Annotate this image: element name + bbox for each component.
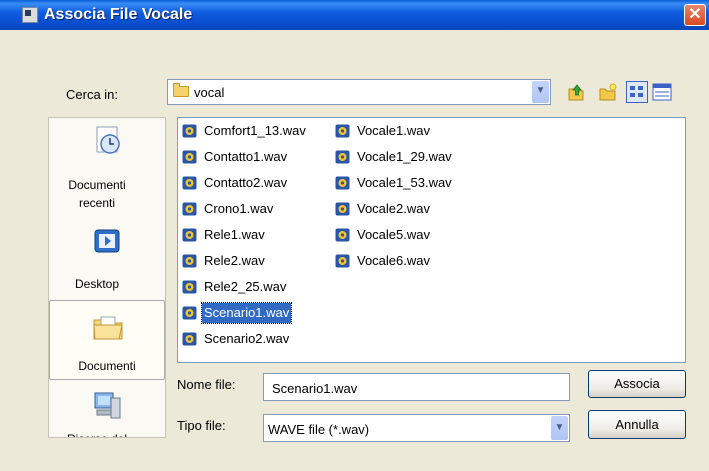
up-one-level-icon[interactable]	[566, 82, 586, 102]
wav-file-icon	[182, 306, 197, 320]
place-label-my-computer: Risorse del	[57, 430, 137, 437]
chevron-down-icon[interactable]: ▼	[551, 416, 568, 440]
place-label-desktop: Desktop	[74, 277, 120, 291]
wav-file-icon	[335, 150, 350, 164]
place-recent-documents[interactable]: Documenti recenti	[57, 118, 157, 210]
look-in-value: vocal	[194, 85, 225, 100]
wav-file-icon	[182, 280, 197, 294]
title-bar[interactable]: Associa File Vocale ✕	[0, 0, 709, 30]
filename-label: Nome file:	[177, 377, 236, 392]
wav-file-icon	[335, 202, 350, 216]
place-label-recent: Documenti recenti	[68, 178, 126, 210]
wav-file-icon	[182, 124, 197, 138]
wav-file-icon	[335, 124, 350, 138]
desktop-icon	[94, 229, 120, 253]
new-folder-icon[interactable]	[598, 82, 618, 102]
wav-file-icon	[182, 176, 197, 190]
filetype-value: WAVE file (*.wav)	[268, 422, 370, 437]
place-label-documents: Documenti	[78, 359, 136, 373]
close-button[interactable]: ✕	[684, 4, 706, 26]
dialog-window: Associa File Vocale ✕ Cerca in: vocal ▼	[0, 0, 709, 471]
view-menu-icon[interactable]	[626, 81, 648, 103]
wav-file-icon	[335, 254, 350, 268]
recent-documents-icon	[96, 126, 120, 154]
documents-folder-icon	[93, 316, 123, 340]
wav-file-icon	[335, 228, 350, 242]
place-my-computer[interactable]: Risorse del	[57, 384, 157, 437]
place-desktop[interactable]: Desktop	[57, 220, 157, 298]
annulla-button[interactable]: Annulla	[588, 410, 686, 439]
filename-field[interactable]: Scenario1.wav	[263, 373, 570, 401]
wav-file-icon	[182, 254, 197, 268]
app-icon	[22, 7, 38, 23]
wav-file-icon	[182, 150, 197, 164]
filename-value: Scenario1.wav	[272, 381, 358, 396]
wav-file-icon	[335, 176, 350, 190]
chevron-down-icon[interactable]: ▼	[532, 81, 549, 103]
wav-file-icon	[182, 228, 197, 242]
window-title: Associa File Vocale	[44, 6, 193, 23]
wav-file-icon	[182, 202, 197, 216]
place-documents[interactable]: Documenti	[49, 300, 165, 380]
my-computer-icon	[94, 392, 121, 419]
filetype-label: Tipo file:	[177, 418, 226, 433]
folder-icon	[173, 83, 189, 97]
look-in-label: Cerca in:	[66, 87, 119, 102]
look-in-dropdown[interactable]: vocal ▼	[167, 79, 551, 105]
associa-button[interactable]: Associa	[588, 370, 686, 398]
places-bar: Documenti recenti Desktop Documenti	[48, 117, 166, 438]
details-view-icon[interactable]	[652, 82, 672, 102]
file-list[interactable]: Comfort1_13.wav Contatto1.wav Contatto2.…	[177, 117, 686, 363]
filetype-dropdown[interactable]: WAVE file (*.wav) ▼	[263, 414, 570, 442]
wav-file-icon	[182, 332, 197, 346]
